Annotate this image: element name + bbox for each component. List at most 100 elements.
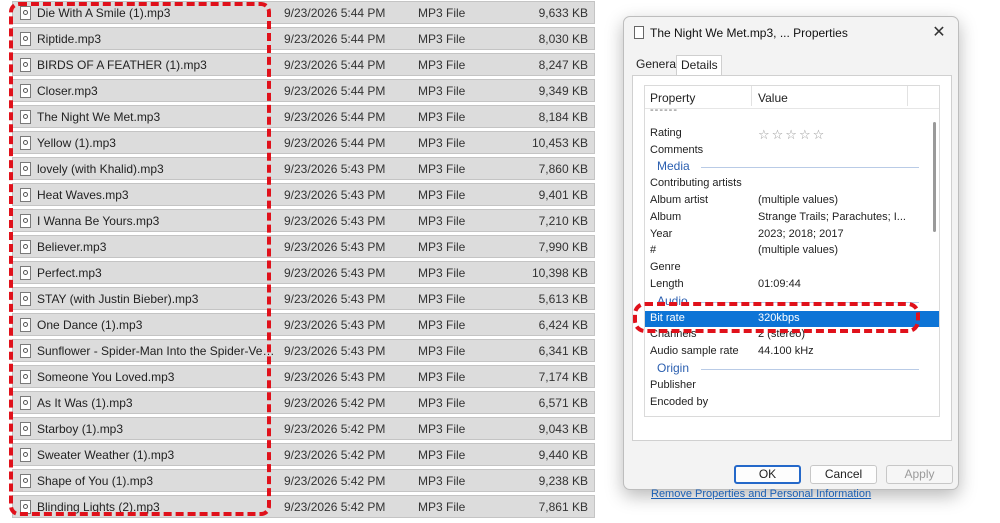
file-type: MP3 File bbox=[418, 266, 466, 280]
property-name: Audio sample rate bbox=[650, 345, 739, 358]
file-date-modified: 9/23/2026 5:44 PM bbox=[284, 32, 386, 46]
column-header-property[interactable]: Property bbox=[650, 91, 695, 105]
file-row[interactable]: Die With A Smile (1).mp3 9/23/2026 5:44 P… bbox=[12, 1, 595, 24]
dialog-title-bar[interactable]: The Night We Met.mp3, ... Properties ✕ bbox=[624, 17, 958, 49]
property-name: Genre bbox=[650, 261, 681, 274]
mp3-file-icon bbox=[20, 240, 31, 254]
property-row[interactable]: Album artist (multiple values) bbox=[645, 193, 939, 210]
file-row[interactable]: I Wanna Be Yours.mp3 9/23/2026 5:43 PM MP3… bbox=[12, 209, 595, 232]
mp3-file-icon bbox=[20, 266, 31, 280]
property-row[interactable]: ------ bbox=[645, 104, 939, 126]
file-size: 6,341 KB bbox=[538, 344, 588, 358]
file-type: MP3 File bbox=[418, 500, 466, 514]
file-size: 9,238 KB bbox=[538, 474, 588, 488]
property-row[interactable]: Audio sample rate 44.100 kHz bbox=[645, 344, 939, 361]
file-size: 6,424 KB bbox=[538, 318, 588, 332]
column-divider[interactable] bbox=[751, 86, 752, 106]
file-name: Yellow (1).mp3 bbox=[37, 136, 116, 150]
scrollbar[interactable] bbox=[933, 122, 936, 232]
file-row[interactable]: Starboy (1).mp3 9/23/2026 5:42 PM MP3 File… bbox=[12, 417, 595, 440]
file-size: 5,613 KB bbox=[538, 292, 588, 306]
file-type: MP3 File bbox=[418, 240, 466, 254]
property-name: Comments bbox=[650, 143, 704, 156]
apply-button[interactable]: Apply bbox=[886, 465, 953, 484]
file-row[interactable]: Yellow (1).mp3 9/23/2026 5:44 PM MP3 File 1… bbox=[12, 131, 595, 154]
file-size: 7,860 KB bbox=[538, 162, 588, 176]
file-name: lovely (with Khalid).mp3 bbox=[37, 162, 164, 176]
file-type: MP3 File bbox=[418, 188, 466, 202]
file-type: MP3 File bbox=[418, 370, 466, 384]
file-name: BIRDS OF A FEATHER (1).mp3 bbox=[37, 58, 207, 72]
rating-stars-icon[interactable]: ☆☆☆☆☆ bbox=[758, 127, 908, 143]
close-button[interactable]: ✕ bbox=[926, 21, 952, 45]
property-row[interactable]: Encoded by bbox=[645, 395, 939, 412]
file-type: MP3 File bbox=[418, 396, 466, 410]
property-value: (multiple values) bbox=[758, 193, 839, 206]
cancel-button[interactable]: Cancel bbox=[810, 465, 877, 484]
mp3-file-icon bbox=[20, 214, 31, 228]
file-row[interactable]: As It Was (1).mp3 9/23/2026 5:42 PM MP3 Fi… bbox=[12, 391, 595, 414]
file-row[interactable]: lovely (with Khalid).mp3 9/23/2026 5:43 P… bbox=[12, 157, 595, 180]
file-type: MP3 File bbox=[418, 136, 466, 150]
file-row[interactable]: Heat Waves.mp3 9/23/2026 5:43 PM MP3 File 9… bbox=[12, 183, 595, 206]
file-type: MP3 File bbox=[418, 6, 466, 20]
file-size: 7,990 KB bbox=[538, 240, 588, 254]
mp3-file-icon bbox=[20, 136, 31, 150]
file-row[interactable]: BIRDS OF A FEATHER (1).mp3 9/23/2026 5:44… bbox=[12, 53, 595, 76]
file-size: 10,398 KB bbox=[531, 266, 588, 280]
file-size: 8,184 KB bbox=[538, 110, 588, 124]
file-row[interactable]: Sunflower - Spider-Man Into the Spider-V… bbox=[12, 339, 595, 362]
file-date-modified: 9/23/2026 5:44 PM bbox=[284, 110, 386, 124]
file-row[interactable]: Perfect.mp3 9/23/2026 5:43 PM MP3 File 10,3… bbox=[12, 261, 595, 284]
remove-properties-link[interactable]: Remove Properties and Personal Informati… bbox=[651, 488, 871, 500]
property-row[interactable]: Comments bbox=[645, 143, 939, 160]
property-row[interactable]: Contributing artists bbox=[645, 176, 939, 193]
file-type: MP3 File bbox=[418, 422, 466, 436]
property-row[interactable]: Album Strange Trails; Parachutes; I... bbox=[645, 210, 939, 227]
file-date-modified: 9/23/2026 5:43 PM bbox=[284, 162, 386, 176]
property-section-header: Media bbox=[645, 159, 939, 176]
property-row[interactable]: Length 01:09:44 bbox=[645, 277, 939, 294]
file-name: Someone You Loved.mp3 bbox=[37, 370, 175, 384]
property-rows: ------ Rating ☆☆☆☆☆ Comments Media Contributi… bbox=[645, 104, 939, 412]
file-row[interactable]: Blinding Lights (2).mp3 9/23/2026 5:42 PM… bbox=[12, 495, 595, 518]
property-row[interactable]: # (multiple values) bbox=[645, 243, 939, 260]
property-row[interactable]: Genre bbox=[645, 260, 939, 277]
file-type: MP3 File bbox=[418, 32, 466, 46]
property-row[interactable]: Rating ☆☆☆☆☆ bbox=[645, 126, 939, 143]
property-row[interactable]: Year 2023; 2018; 2017 bbox=[645, 227, 939, 244]
file-size: 7,174 KB bbox=[538, 370, 588, 384]
column-header-value[interactable]: Value bbox=[758, 91, 788, 105]
file-row[interactable]: Someone You Loved.mp3 9/23/2026 5:43 PM MP… bbox=[12, 365, 595, 388]
tab-details[interactable]: Details bbox=[676, 55, 722, 76]
mp3-file-icon bbox=[20, 344, 31, 358]
tab-general[interactable]: General bbox=[632, 55, 679, 75]
file-row[interactable]: STAY (with Justin Bieber).mp3 9/23/2026 5… bbox=[12, 287, 595, 310]
property-row[interactable]: Channels 2 (stereo) bbox=[645, 327, 939, 344]
property-name: Media bbox=[657, 159, 690, 174]
file-row[interactable]: The Night We Met.mp3 9/23/2026 5:44 PM MP3… bbox=[12, 105, 595, 128]
section-divider bbox=[701, 167, 919, 169]
file-size: 8,247 KB bbox=[538, 58, 588, 72]
property-name: Encoded by bbox=[650, 395, 709, 408]
property-name: Rating bbox=[650, 126, 682, 139]
property-value: 2 (stereo) bbox=[758, 328, 806, 341]
file-row[interactable]: Shape of You (1).mp3 9/23/2026 5:42 PM MP3… bbox=[12, 469, 595, 492]
file-row[interactable]: Sweater Weather (1).mp3 9/23/2026 5:42 PM… bbox=[12, 443, 595, 466]
property-row[interactable]: Publisher bbox=[645, 378, 939, 395]
property-name: Origin bbox=[657, 360, 690, 375]
file-row[interactable]: Riptide.mp3 9/23/2026 5:44 PM MP3 File 8,03… bbox=[12, 27, 595, 50]
file-name: Sweater Weather (1).mp3 bbox=[37, 448, 175, 462]
property-row[interactable]: Bit rate 320kbps bbox=[645, 310, 939, 328]
file-type: MP3 File bbox=[418, 110, 466, 124]
property-value: 2023; 2018; 2017 bbox=[758, 227, 844, 240]
file-row[interactable]: One Dance (1).mp3 9/23/2026 5:43 PM MP3 Fi… bbox=[12, 313, 595, 336]
file-size: 9,440 KB bbox=[538, 448, 588, 462]
property-list[interactable]: Property Value ------ Rating ☆☆☆☆☆ Comments… bbox=[644, 85, 940, 417]
file-type: MP3 File bbox=[418, 318, 466, 332]
file-row[interactable]: Closer.mp3 9/23/2026 5:44 PM MP3 File 9,349… bbox=[12, 79, 595, 102]
ok-button[interactable]: OK bbox=[734, 465, 801, 484]
file-row[interactable]: Believer.mp3 9/23/2026 5:43 PM MP3 File 7,9… bbox=[12, 235, 595, 258]
dialog-title: The Night We Met.mp3, ... Properties bbox=[650, 26, 848, 40]
file-date-modified: 9/23/2026 5:43 PM bbox=[284, 266, 386, 280]
